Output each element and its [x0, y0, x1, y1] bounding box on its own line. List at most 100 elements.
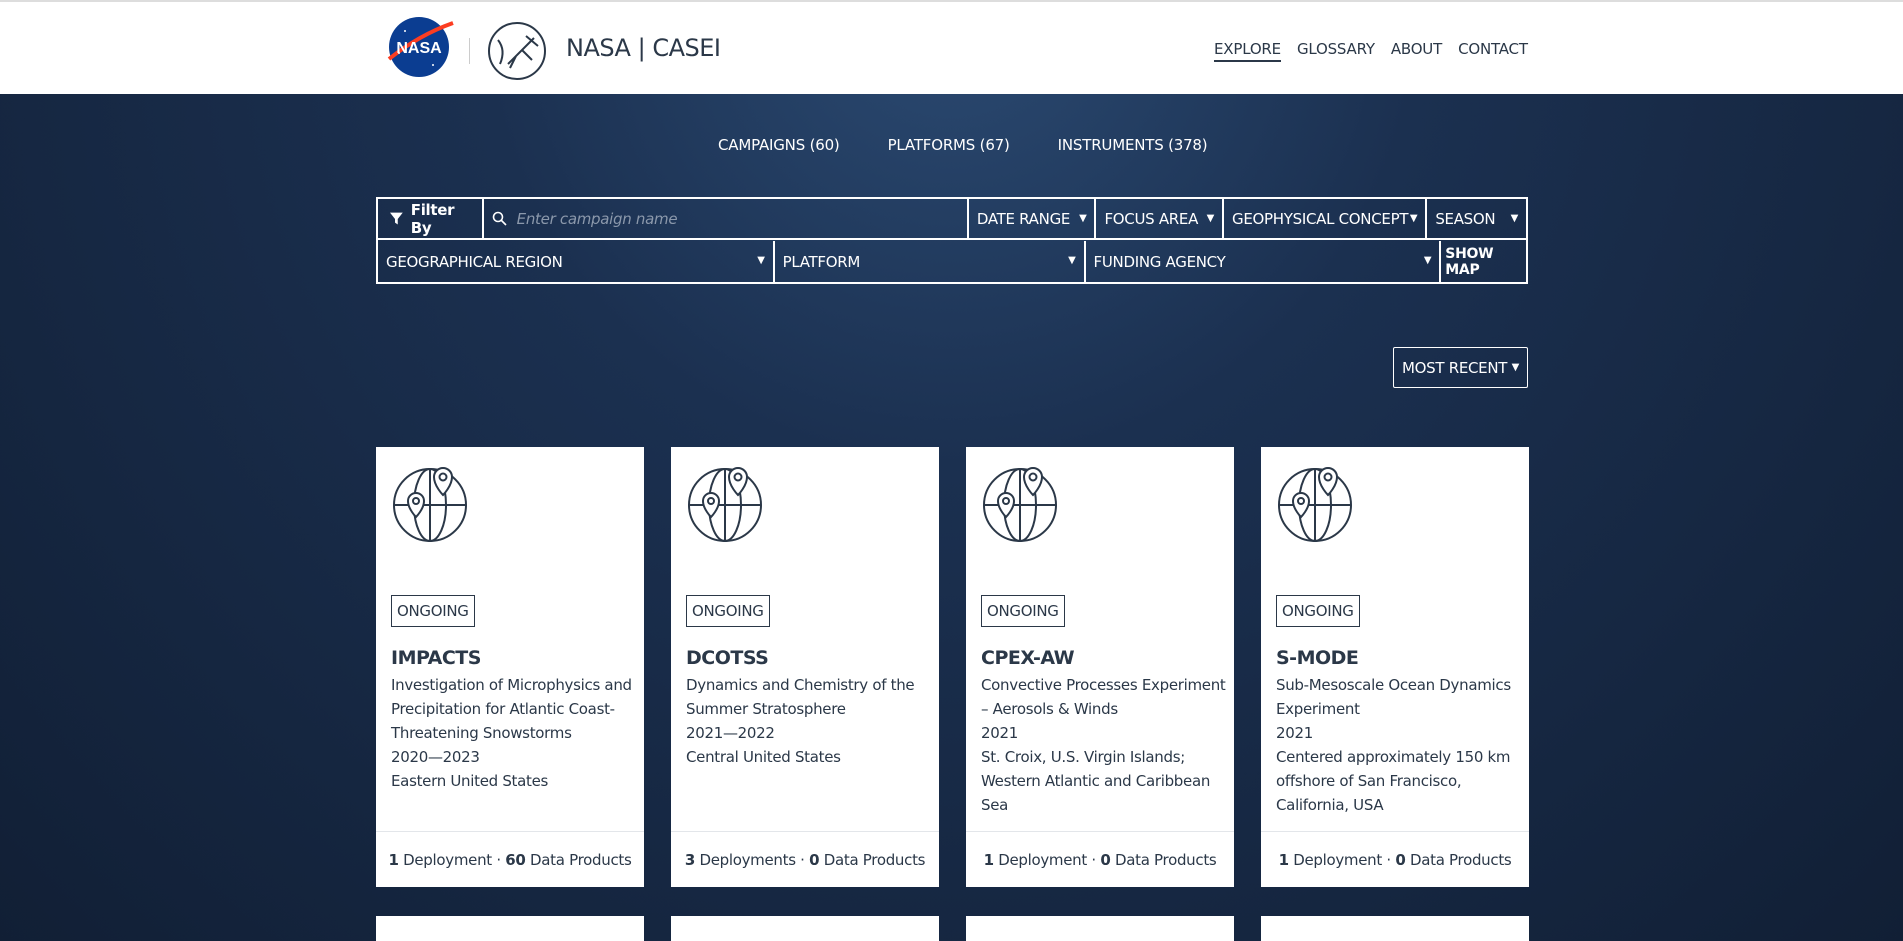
geophysical-concept-label: GEOPHYSICAL CONCEPT — [1232, 209, 1409, 228]
data-products-label: Data Products — [1114, 851, 1217, 869]
casei-logo[interactable] — [486, 20, 548, 82]
season-label: SEASON — [1435, 209, 1496, 228]
campaign-description: Dynamics and Chemistry of the Summer Str… — [686, 676, 915, 718]
campaign-description: Investigation of Microphysics and Precip… — [391, 676, 632, 742]
nasa-logo[interactable]: NASA — [385, 15, 455, 79]
explore-tabs: CAMPAIGNS (60) PLATFORMS (67) INSTRUMENT… — [718, 136, 1208, 154]
svg-text:NASA: NASA — [396, 40, 442, 57]
nav-glossary[interactable]: GLOSSARY — [1297, 40, 1375, 62]
campaign-details: Convective Processes Experiment – Aeroso… — [981, 673, 1226, 817]
campaign-card-partial[interactable] — [1261, 916, 1529, 941]
campaign-region: St. Croix, U.S. Virgin Islands; Western … — [981, 748, 1211, 814]
chevron-down-icon: ▼ — [1206, 213, 1215, 224]
tab-instruments[interactable]: INSTRUMENTS (378) — [1058, 136, 1208, 154]
data-products-label: Data Products — [1409, 851, 1512, 869]
campaign-card-partial[interactable] — [376, 916, 644, 941]
campaign-dates: 2021 — [981, 724, 1018, 742]
chevron-down-icon: ▼ — [1409, 213, 1418, 224]
campaign-details: Sub-Mesoscale Ocean Dynamics Experiment … — [1276, 673, 1521, 817]
deployment-count: 3 — [684, 851, 695, 869]
campaign-details: Dynamics and Chemistry of the Summer Str… — [686, 673, 931, 769]
nav-about[interactable]: ABOUT — [1391, 40, 1442, 62]
show-map-button[interactable]: SHOW MAP — [1441, 241, 1526, 282]
deployment-count: 1 — [1278, 851, 1289, 869]
campaign-title[interactable]: S-MODE — [1276, 647, 1359, 669]
main-nav: EXPLORE GLOSSARY ABOUT CONTACT — [1214, 40, 1528, 62]
chevron-down-icon: ▼ — [1510, 213, 1519, 224]
chevron-down-icon: ▼ — [757, 255, 765, 266]
site-header: NASA NASA | CASEI EXPLORE GLOSSARY ABOUT… — [0, 0, 1903, 94]
deployment-label: Deployment — [1293, 851, 1382, 869]
filter-row-1: Filter By Enter campaign name DATE RANGE… — [378, 199, 1526, 240]
search-icon — [492, 211, 507, 226]
sort-dropdown[interactable]: MOST RECENT ▼ — [1393, 347, 1528, 388]
campaign-dates: 2021 — [1276, 724, 1313, 742]
deployment-label: Deployment — [403, 851, 492, 869]
data-products-label: Data Products — [530, 851, 632, 869]
platform-label: PLATFORM — [782, 252, 861, 271]
campaign-region: Centered approximately 150 km offshore o… — [1276, 748, 1511, 814]
status-badge: ONGOING — [686, 595, 770, 627]
data-products-count: 0 — [809, 851, 820, 869]
chevron-down-icon: ▼ — [1079, 213, 1087, 224]
chevron-down-icon: ▼ — [1423, 255, 1432, 266]
campaign-title[interactable]: DCOTSS — [686, 647, 769, 669]
date-range-label: DATE RANGE — [976, 209, 1071, 228]
geophysical-concept-dropdown[interactable]: GEOPHYSICAL CONCEPT ▼ — [1224, 199, 1428, 238]
data-products-count: 60 — [505, 851, 526, 869]
filter-row-2: GEOGRAPHICAL REGION ▼ PLATFORM ▼ FUNDING… — [378, 241, 1526, 282]
status-badge: ONGOING — [1276, 595, 1360, 627]
focus-area-label: FOCUS AREA — [1104, 209, 1199, 228]
campaign-dates: 2020—2023 — [391, 748, 480, 766]
funding-agency-dropdown[interactable]: FUNDING AGENCY ▼ — [1086, 241, 1442, 282]
campaign-card-partial[interactable] — [966, 916, 1234, 941]
campaign-card-partial[interactable] — [671, 916, 939, 941]
data-products-count: 0 — [1100, 851, 1111, 869]
data-products-count: 0 — [1395, 851, 1406, 869]
campaign-details: Investigation of Microphysics and Precip… — [391, 673, 636, 793]
site-brand[interactable]: NASA | CASEI — [566, 34, 721, 62]
nav-contact[interactable]: CONTACT — [1458, 40, 1528, 62]
deployment-label: Deployments — [699, 851, 796, 869]
geographical-region-dropdown[interactable]: GEOGRAPHICAL REGION ▼ — [378, 241, 775, 282]
nav-explore[interactable]: EXPLORE — [1214, 40, 1281, 62]
focus-area-dropdown[interactable]: FOCUS AREA ▼ — [1096, 199, 1225, 238]
campaign-description: Sub-Mesoscale Ocean Dynamics Experiment — [1276, 676, 1511, 718]
campaign-card[interactable]: ONGOING S-MODE Sub-Mesoscale Ocean Dynam… — [1261, 447, 1529, 887]
filter-panel: Filter By Enter campaign name DATE RANGE… — [376, 197, 1528, 284]
campaign-region: Eastern United States — [391, 772, 549, 790]
filter-by-label: Filter By — [378, 199, 484, 238]
geographical-region-label: GEOGRAPHICAL REGION — [386, 252, 563, 271]
campaign-description: Convective Processes Experiment – Aeroso… — [981, 676, 1226, 718]
season-dropdown[interactable]: SEASON ▼ — [1427, 199, 1526, 238]
campaign-stats: 1 Deployment · 60 Data Products — [376, 831, 644, 887]
campaign-search[interactable]: Enter campaign name — [484, 199, 969, 238]
platform-dropdown[interactable]: PLATFORM ▼ — [775, 241, 1086, 282]
campaign-region: Central United States — [686, 748, 841, 766]
header-divider — [469, 38, 470, 64]
tab-campaigns[interactable]: CAMPAIGNS (60) — [718, 136, 840, 154]
funding-agency-label: FUNDING AGENCY — [1093, 252, 1226, 271]
globe-pin-icon — [393, 467, 467, 542]
campaign-card[interactable]: ONGOING CPEX-AW Convective Processes Exp… — [966, 447, 1234, 887]
campaign-stats: 1 Deployment · 0 Data Products — [966, 831, 1234, 887]
deployment-count: 1 — [983, 851, 994, 869]
campaign-card[interactable]: ONGOING IMPACTS Investigation of Microph… — [376, 447, 644, 887]
campaign-dates: 2021—2022 — [686, 724, 775, 742]
chevron-down-icon: ▼ — [1068, 255, 1076, 266]
campaign-stats: 3 Deployments · 0 Data Products — [671, 831, 939, 887]
tab-platforms[interactable]: PLATFORMS (67) — [888, 136, 1010, 154]
search-input[interactable]: Enter campaign name — [517, 210, 678, 228]
campaign-stats: 1 Deployment · 0 Data Products — [1261, 831, 1529, 887]
chevron-down-icon: ▼ — [1511, 362, 1520, 373]
filter-by-text: Filter By — [410, 200, 455, 237]
globe-pin-icon — [983, 467, 1057, 542]
campaign-title[interactable]: IMPACTS — [391, 647, 481, 669]
deployment-label: Deployment — [998, 851, 1087, 869]
deployment-count: 1 — [388, 851, 399, 869]
campaign-title[interactable]: CPEX-AW — [981, 647, 1075, 669]
date-range-dropdown[interactable]: DATE RANGE ▼ — [969, 199, 1097, 238]
filter-icon — [390, 212, 403, 224]
campaign-card[interactable]: ONGOING DCOTSS Dynamics and Chemistry of… — [671, 447, 939, 887]
data-products-label: Data Products — [823, 851, 926, 869]
